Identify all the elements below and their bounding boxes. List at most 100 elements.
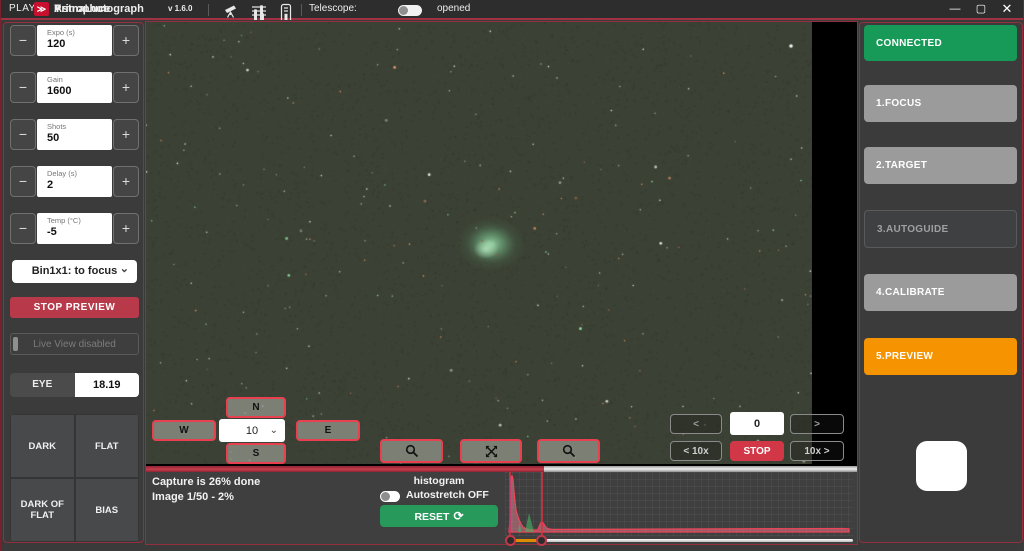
expo-increment-button[interactable]: + — [113, 25, 139, 56]
dark-frame-button[interactable]: DARK — [10, 414, 75, 478]
histogram-plot — [505, 472, 853, 536]
temp-label: Temp (°C) — [47, 216, 112, 225]
slew-step-value: 10 — [246, 425, 258, 437]
histogram-curve — [505, 472, 853, 536]
live-view-tab — [13, 337, 18, 351]
binning-select[interactable]: Bin1x1: to focus⌄ — [12, 260, 137, 283]
eye-button[interactable]: EYE — [10, 373, 75, 397]
step-calibrate-button[interactable]: 4.CALIBRATE — [864, 274, 1017, 311]
expo-stepper: − Expo (s) 120 + — [4, 25, 145, 56]
image-status-text: Image 1/50 - 2% — [152, 491, 234, 503]
shots-value: 50 — [47, 132, 112, 144]
histogram-reset-button[interactable]: RESET⟳ — [380, 505, 498, 527]
log-device-icon[interactable] — [278, 2, 294, 18]
focus-10x-right-button[interactable]: 10x > — [790, 441, 844, 461]
slew-south-button[interactable]: S — [226, 443, 286, 464]
slider-handle-max[interactable] — [536, 535, 547, 546]
step-focus-button[interactable]: 1.FOCUS — [864, 85, 1017, 122]
fit-to-screen-button[interactable] — [460, 439, 522, 463]
expo-decrement-button[interactable]: − — [10, 25, 36, 56]
shots-field[interactable]: Shots 50 — [37, 119, 112, 150]
telescope-status: opened — [437, 0, 470, 18]
zoom-out-button[interactable] — [380, 439, 443, 463]
focus-10x-left-button[interactable]: < 10x — [670, 441, 722, 461]
step-target-button[interactable]: 2.TARGET — [864, 147, 1017, 184]
slew-north-button[interactable]: N — [226, 397, 286, 418]
slew-step-select[interactable]: 10 ⌄ — [219, 419, 285, 442]
slew-east-button[interactable]: E — [296, 420, 360, 441]
temp-increment-button[interactable]: + — [113, 213, 139, 244]
expand-arrows-icon — [485, 445, 498, 458]
brand-part2: Astrophotograph — [54, 0, 144, 18]
live-view-button[interactable]: Live View disabled — [10, 333, 139, 355]
settings-sliders-icon[interactable] — [251, 2, 267, 18]
close-button[interactable]: ✕ — [997, 0, 1017, 18]
expo-label: Expo (s) — [47, 28, 112, 37]
gain-decrement-button[interactable]: − — [10, 72, 36, 103]
binning-select-value: Bin1x1: to focus — [32, 265, 118, 277]
histogram-label: histogram — [380, 475, 498, 487]
flat-frame-button[interactable]: FLAT — [75, 414, 140, 478]
magnifier-icon — [562, 444, 576, 458]
shots-stepper: − Shots 50 + — [4, 119, 145, 150]
delay-label: Delay (s) — [47, 169, 112, 178]
slider-handle-min[interactable] — [505, 535, 516, 546]
brand-logo-icon: ≫ — [34, 2, 49, 16]
autostretch-toggle-knob — [381, 492, 390, 501]
delay-field[interactable]: Delay (s) 2 — [37, 166, 112, 197]
eye-value: 18.19 — [75, 373, 140, 397]
reset-label: RESET — [414, 511, 449, 523]
app-window: PLAY ≫ PrimaLuceAstrophotographY v 1.6.0… — [0, 0, 1024, 551]
slider-track[interactable] — [505, 539, 853, 542]
delay-decrement-button[interactable]: − — [10, 166, 36, 197]
autostretch-label: Autostretch OFF — [406, 489, 489, 501]
focus-step-left-button[interactable]: < — [670, 414, 722, 434]
titlebar-divider — [208, 4, 209, 16]
capture-settings-panel: − Expo (s) 120 + − Gain 1600 + − Shots 5… — [3, 22, 144, 543]
magnifier-icon — [405, 444, 419, 458]
temp-stepper: − Temp (°C) -5 + — [4, 213, 145, 244]
step-autoguide-button[interactable]: 3.AUTOGUIDE — [864, 210, 1017, 248]
shots-label: Shots — [47, 122, 112, 131]
slew-west-button[interactable]: W — [152, 420, 216, 441]
temp-decrement-button[interactable]: − — [10, 213, 36, 244]
gain-increment-button[interactable]: + — [113, 72, 139, 103]
focus-stop-button[interactable]: STOP — [730, 441, 784, 461]
step-preview-button[interactable]: 5.PREVIEW — [864, 338, 1017, 375]
telescope-toggle[interactable] — [398, 5, 422, 16]
capture-status-text: Capture is 26% done — [152, 476, 260, 488]
titlebar-divider — [301, 4, 302, 16]
dark-of-flat-frame-button[interactable]: DARK OF FLAT — [10, 478, 75, 542]
temp-field[interactable]: Temp (°C) -5 — [37, 213, 112, 244]
brand-part3: Y — [54, 0, 61, 18]
minimize-button[interactable]: — — [945, 0, 965, 18]
chevron-down-icon: ⌄ — [120, 258, 129, 281]
workflow-panel: CONNECTED 1.FOCUS 2.TARGET 3.AUTOGUIDE 4… — [859, 22, 1023, 543]
gain-field[interactable]: Gain 1600 — [37, 72, 112, 103]
histogram-range-slider — [505, 537, 853, 544]
delay-increment-button[interactable]: + — [113, 166, 139, 197]
connected-button[interactable]: CONNECTED — [864, 25, 1017, 61]
bias-frame-button[interactable]: BIAS — [75, 478, 140, 542]
focus-position-value: 0 — [754, 418, 760, 430]
app-name: PLAY — [9, 0, 36, 18]
stop-preview-button[interactable]: STOP PREVIEW — [10, 297, 139, 318]
expo-field[interactable]: Expo (s) 120 — [37, 25, 112, 56]
focus-position-field[interactable]: 0 — [730, 412, 784, 435]
chevron-down-icon: ⌄ — [270, 425, 278, 436]
delay-stepper: − Delay (s) 2 + — [4, 166, 145, 197]
app-version: v 1.6.0 — [168, 0, 192, 18]
focus-step-right-button[interactable]: > — [790, 414, 844, 434]
autostretch-toggle[interactable] — [380, 491, 400, 502]
telescope-icon[interactable] — [223, 2, 239, 18]
eye-readout: EYE 18.19 — [10, 373, 139, 397]
maximize-button[interactable]: ▢ — [971, 0, 991, 18]
temp-value: -5 — [47, 226, 112, 238]
image-preview-area: N W 10 ⌄ E S < 0 > < 10x STOP 10x > Captu… — [145, 21, 858, 545]
status-and-histogram-panel: Capture is 26% done Image 1/50 - 2% hist… — [146, 472, 857, 544]
zoom-in-button[interactable] — [537, 439, 600, 463]
color-swatch[interactable] — [916, 441, 967, 491]
shots-decrement-button[interactable]: − — [10, 119, 36, 150]
shots-increment-button[interactable]: + — [113, 119, 139, 150]
gain-value: 1600 — [47, 85, 112, 97]
